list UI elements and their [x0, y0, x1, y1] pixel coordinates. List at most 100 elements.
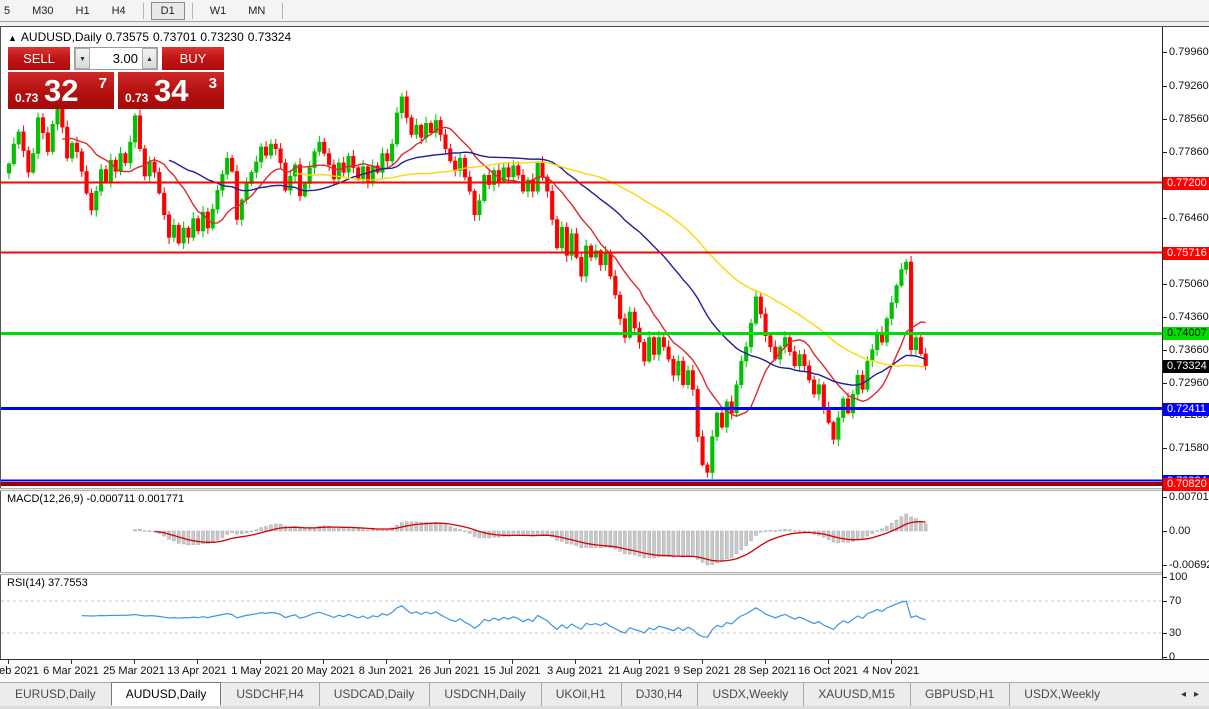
price-tick-mark: [1163, 152, 1167, 153]
time-tick-mark: [828, 660, 829, 664]
price-tick-mark: [1163, 52, 1167, 53]
volume-decrease-icon[interactable]: ▼: [75, 48, 90, 69]
ask-pip-digit: 3: [208, 75, 217, 92]
chart-tab-bar: EURUSD,Daily AUDUSD,Daily USDCHF,H4 USDCAD,…: [0, 682, 1209, 706]
chart-tab-usdcad-daily[interactable]: USDCAD,Daily: [318, 683, 430, 706]
timeframe-button-h4[interactable]: H4: [102, 2, 136, 20]
tab-scroll-controls: ◂ ▸: [1181, 683, 1209, 706]
price-scale[interactable]: 0.79960 0.79260 0.78560 0.77860 0.76460 0.750…: [1162, 27, 1209, 663]
ohlc-close: 0.73324: [247, 30, 292, 44]
buy-button[interactable]: BUY: [162, 47, 224, 70]
price-badge: 0.74007: [1163, 327, 1209, 340]
bid-quote[interactable]: 0.73 32 7: [8, 72, 114, 109]
price-tick-mark: [1163, 350, 1167, 351]
chart-tab-usdchf-h4[interactable]: USDCHF,H4: [221, 683, 318, 706]
ohlc-open: 0.73575: [105, 30, 149, 44]
price-badge: 0.70820: [1163, 478, 1209, 491]
time-tick-mark: [197, 660, 198, 664]
volume-spinner: ▼ ▲: [74, 47, 158, 70]
macd-indicator-pane[interactable]: MACD(12,26,9) -0.000711 0.001771: [0, 491, 1162, 572]
price-tick-mark: [1163, 317, 1167, 318]
price-tick-label: 0.76460: [1169, 212, 1209, 224]
price-tick-label: 0.79260: [1169, 80, 1209, 92]
timeframe-button-d1[interactable]: D1: [150, 1, 185, 20]
rsi-tick-mark: [1163, 601, 1167, 602]
volume-increase-icon[interactable]: ▲: [142, 48, 157, 69]
time-tick-mark: [260, 660, 261, 664]
timeframe-button-w1[interactable]: W1: [200, 2, 237, 20]
rsi-indicator-pane[interactable]: RSI(14) 37.7553: [0, 575, 1163, 659]
price-tick-mark: [1163, 119, 1167, 120]
price-tick-label: 0.71580: [1169, 442, 1209, 454]
price-tick-mark: [1163, 86, 1167, 87]
chart-window: ▲ AUDUSD,Daily 0.73575 0.73701 0.73230 0.7332…: [0, 26, 1209, 683]
rsi-label: RSI(14) 37.7553: [7, 577, 88, 589]
chart-tab-eurusd-daily[interactable]: EURUSD,Daily: [0, 683, 111, 706]
one-click-trade-panel: SELL ▼ ▲ BUY 0.73 32 7 0.73 34 3: [8, 47, 224, 109]
toolbar-separator: [142, 2, 144, 19]
time-tick-mark: [323, 660, 324, 664]
time-tick-mark: [575, 660, 576, 664]
ohlc-high: 0.73701: [153, 30, 197, 44]
timeframe-button-mn[interactable]: MN: [238, 2, 275, 20]
ohlc-low: 0.73230: [200, 30, 244, 44]
chart-tab-ukoil-h1[interactable]: UKOil,H1: [540, 683, 621, 706]
ask-prefix: 0.73: [125, 91, 149, 105]
bid-big-digits: 32: [44, 73, 79, 108]
chart-tab-dj30-h4[interactable]: DJ30,H4: [620, 683, 698, 706]
time-tick-mark: [891, 660, 892, 664]
chart-tab-usdx-weekly[interactable]: USDX,Weekly: [1009, 683, 1115, 706]
price-tick-label: 0.74360: [1169, 311, 1209, 323]
chart-tab-gbpusd-h1[interactable]: GBPUSD,H1: [909, 683, 1009, 706]
timeframe-button-m30[interactable]: M30: [22, 2, 63, 20]
price-tick-mark: [1163, 383, 1167, 384]
time-tick-mark: [71, 660, 72, 664]
price-tick-label: 0.77860: [1169, 146, 1209, 158]
price-tick-label: 0.78560: [1169, 113, 1209, 125]
time-tick-label: 4 Nov 2021: [862, 665, 920, 677]
timeframe-button-5[interactable]: 5: [1, 2, 20, 20]
macd-tick-label: 0.007015: [1169, 491, 1209, 503]
chart-tab-xauusd-m15[interactable]: XAUUSD,M15: [803, 683, 910, 706]
ask-quote[interactable]: 0.73 34 3: [118, 72, 224, 109]
chart-tab-usdcnh-daily[interactable]: USDCNH,Daily: [429, 683, 540, 706]
bid-pip-digit: 7: [98, 75, 107, 92]
toolbar-separator: [191, 2, 193, 19]
tab-scroll-right-icon[interactable]: ▸: [1194, 689, 1199, 700]
macd-tick-mark: [1163, 497, 1167, 498]
timeframe-button-h1[interactable]: H1: [66, 2, 100, 20]
price-tick-mark: [1163, 448, 1167, 449]
price-badge: 0.77200: [1163, 177, 1209, 190]
volume-input[interactable]: [90, 48, 142, 69]
macd-tick-mark: [1163, 531, 1167, 532]
macd-tick-label: 0.00: [1169, 525, 1191, 537]
chart-symbol-header: ▲ AUDUSD,Daily 0.73575 0.73701 0.73230 0.7332…: [8, 30, 295, 44]
chart-tab-audusd-daily[interactable]: AUDUSD,Daily: [110, 682, 222, 706]
time-tick-mark: [702, 660, 703, 664]
macd-label: MACD(12,26,9) -0.000711 0.001771: [7, 493, 185, 505]
price-badge: 0.72411: [1163, 403, 1209, 416]
time-axis[interactable]: 16 Feb 20216 Mar 202125 Mar 202113 Apr 2…: [0, 660, 1209, 683]
tab-scroll-left-icon[interactable]: ◂: [1181, 689, 1186, 700]
sell-button[interactable]: SELL: [8, 47, 70, 70]
time-tick-mark: [386, 660, 387, 664]
price-tick-label: 0.79960: [1169, 46, 1209, 58]
rsi-tick-label: 70: [1169, 595, 1182, 607]
one-click-panel-toggle-icon[interactable]: ▲: [8, 33, 17, 43]
macd-tick-mark: [1163, 565, 1167, 566]
time-tick-mark: [765, 660, 766, 664]
timeframe-toolbar: 5 M30 H1 H4 D1 W1 MN: [0, 0, 1209, 22]
price-tick-mark: [1163, 218, 1167, 219]
rsi-tick-mark: [1163, 633, 1167, 634]
rsi-tick-mark: [1163, 577, 1167, 578]
price-badge: 0.73324: [1163, 360, 1209, 373]
price-tick-mark: [1163, 284, 1167, 285]
toolbar-separator: [282, 2, 284, 19]
time-tick-mark: [8, 660, 9, 664]
time-tick-mark: [512, 660, 513, 664]
rsi-tick-label: 30: [1169, 627, 1182, 639]
rsi-tick-mark: [1163, 657, 1167, 658]
chart-tab-usdx-weekly[interactable]: USDX,Weekly: [697, 683, 803, 706]
time-tick-mark: [134, 660, 135, 664]
price-tick-label: 0.75060: [1169, 278, 1209, 290]
